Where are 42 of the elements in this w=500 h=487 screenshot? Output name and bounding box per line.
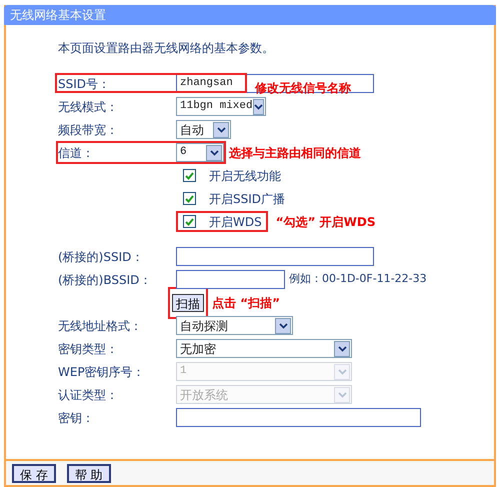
dropdown-caret-icon xyxy=(275,318,291,334)
field-label: 无线模式： xyxy=(58,98,119,116)
dropdown-caret-icon xyxy=(334,340,350,356)
form-button[interactable]: 帮 助 xyxy=(66,464,111,482)
dropdown[interactable]: 自动 xyxy=(176,120,231,139)
hint-text: 例如：00-1D-0F-11-22-33 xyxy=(289,271,427,288)
form-button[interactable]: 保 存 xyxy=(12,464,56,482)
window-title: 无线网络基本设置 xyxy=(10,7,106,24)
checkbox-label: 开启无线功能 xyxy=(209,168,281,184)
dropdown-caret-icon xyxy=(334,364,350,380)
annotation-text: 选择与主路由相同的信道 xyxy=(229,144,361,162)
annotation-text: 点击 “扫描” xyxy=(212,294,280,312)
field-label: 频段带宽： xyxy=(58,122,119,138)
dropdown-caret-icon xyxy=(252,98,264,114)
checkbox-label: 开启WDS xyxy=(209,214,262,230)
field-label: 信道： xyxy=(58,144,95,162)
scan-button[interactable]: 扫描 xyxy=(172,294,204,312)
field-label: (桥接的)BSSID： xyxy=(58,272,152,288)
intro-text: 本页面设置路由器无线网络的基本参数。 xyxy=(58,40,275,57)
field-label: 密钥： xyxy=(58,410,95,426)
checkbox-label: 开启SSID广播 xyxy=(209,190,286,208)
text-field[interactable] xyxy=(176,270,285,289)
dropdown[interactable]: 自动探测 xyxy=(176,316,293,335)
field-label: 密钥类型： xyxy=(58,340,119,358)
annotation-text: “勾选” 开启WDS xyxy=(276,214,376,230)
checkbox[interactable] xyxy=(183,169,196,182)
checkbox[interactable] xyxy=(183,215,196,228)
dropdown-caret-icon xyxy=(334,386,350,402)
dropdown[interactable]: 11bgn mixed xyxy=(176,97,266,116)
dropdown-caret-icon xyxy=(206,144,222,160)
field-label: 无线地址格式： xyxy=(58,318,143,334)
checkbox[interactable] xyxy=(183,192,196,205)
field-label: (桥接的)SSID： xyxy=(58,248,144,266)
text-field[interactable] xyxy=(176,247,374,266)
dropdown[interactable]: 6 xyxy=(176,143,224,162)
dropdown[interactable]: 无加密 xyxy=(176,339,352,358)
field-label: WEP密钥序号： xyxy=(58,364,146,380)
annotation-text: 修改无线信号名称 xyxy=(255,81,351,95)
dropdown-caret-icon xyxy=(213,122,229,138)
text-field[interactable] xyxy=(176,408,421,427)
field-label: 认证类型： xyxy=(58,386,119,404)
field-label: SSID号： xyxy=(58,76,112,92)
